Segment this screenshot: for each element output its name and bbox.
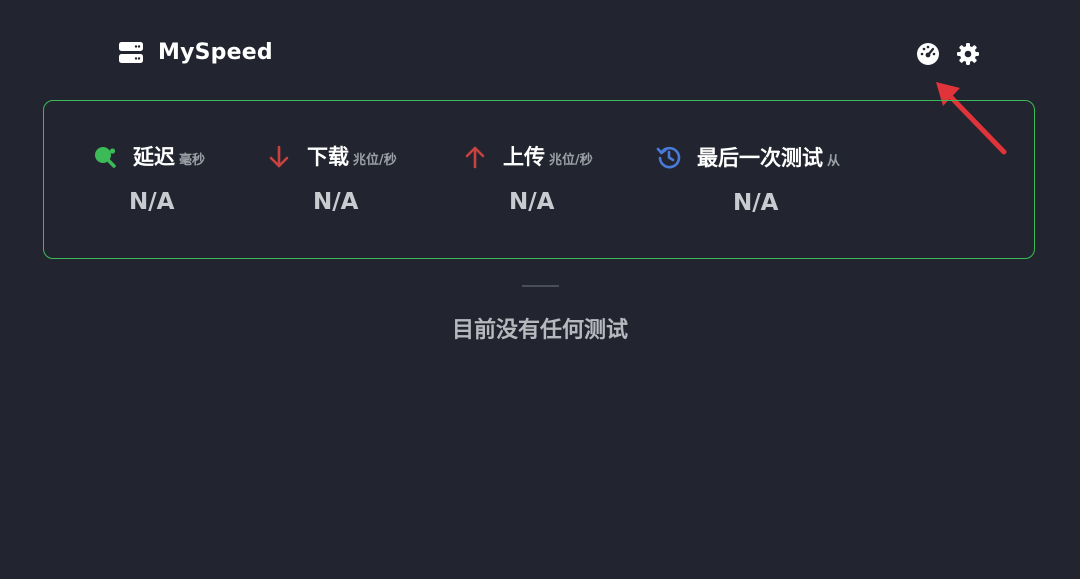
arrow-up-icon (462, 144, 488, 170)
stat-ping-value: N/A (129, 189, 175, 215)
stats-card: 延迟 毫秒 N/A 下载 兆位/秒 N/A 上传 兆位/秒 N/A 最后一次测试… (43, 100, 1035, 259)
stat-last-test-title: 最后一次测试 (697, 146, 823, 170)
settings-button[interactable] (955, 43, 981, 69)
stat-download: 下载 兆位/秒 N/A (266, 139, 397, 215)
speedtest-button[interactable] (915, 43, 941, 69)
stat-upload-value: N/A (509, 189, 555, 215)
stat-upload-title: 上传 (503, 145, 545, 169)
top-actions (915, 43, 981, 69)
app-title: MySpeed (158, 40, 273, 65)
stat-download-value: N/A (313, 189, 359, 215)
stat-upload-unit: 兆位/秒 (549, 153, 593, 168)
stat-ping-title: 延迟 (133, 145, 175, 169)
server-icon (118, 41, 144, 65)
top-bar: MySpeed (0, 0, 1080, 155)
arrow-down-icon (266, 144, 292, 170)
stat-download-unit: 兆位/秒 (353, 153, 397, 168)
history-icon (656, 144, 682, 170)
ping-pong-icon (92, 144, 118, 170)
stat-last-test-unit: 从 (827, 154, 841, 169)
brand[interactable]: MySpeed (118, 40, 273, 65)
speedometer-icon (916, 42, 940, 70)
stat-download-title: 下载 (307, 145, 349, 169)
stat-last-test: 最后一次测试 从 N/A (656, 139, 841, 216)
divider (522, 285, 559, 287)
stat-last-test-value: N/A (733, 190, 779, 216)
stat-ping: 延迟 毫秒 N/A (92, 139, 206, 215)
stat-ping-unit: 毫秒 (179, 153, 206, 168)
gear-icon (956, 42, 980, 70)
empty-state-message: 目前没有任何测试 (451, 318, 628, 343)
stat-upload: 上传 兆位/秒 N/A (462, 139, 593, 215)
